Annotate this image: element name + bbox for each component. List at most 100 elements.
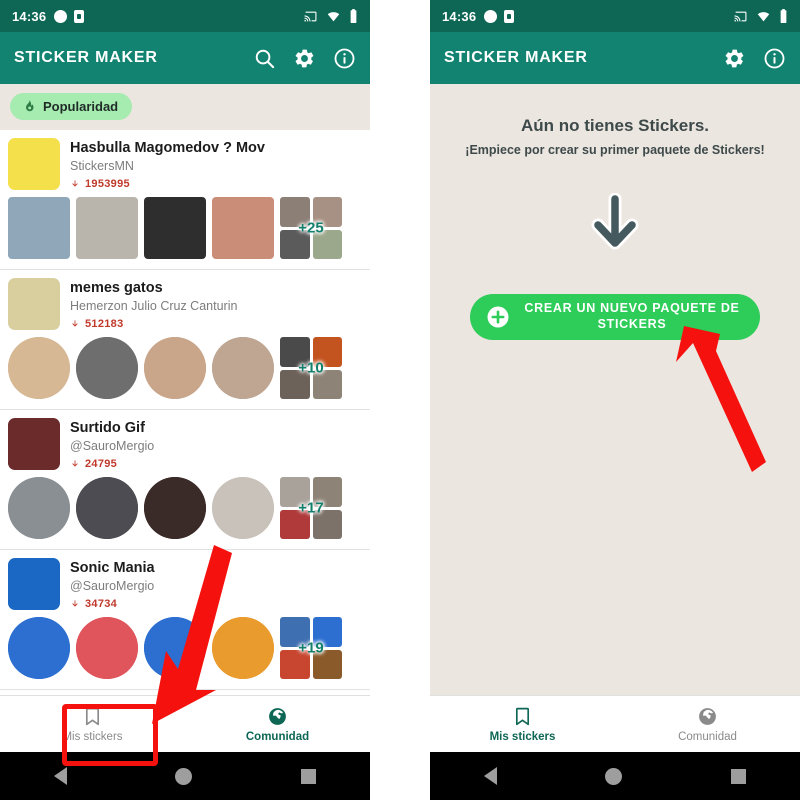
wifi-icon xyxy=(757,11,770,21)
pack-meta: Sonic Mania @SauroMergio 34734 xyxy=(70,558,155,610)
more-stickers-cell[interactable]: +17 xyxy=(280,477,342,539)
android-recents-icon[interactable] xyxy=(730,768,746,784)
download-count: 34734 xyxy=(85,598,118,610)
plus-circle-icon xyxy=(487,306,509,328)
sticker-mini-thumbnail xyxy=(312,197,342,227)
pack-title: Surtido Gif xyxy=(70,420,145,436)
empty-state: Aún no tienes Stickers. ¡Empiece por cre… xyxy=(430,84,800,695)
download-icon xyxy=(72,459,78,467)
sticker-thumbnail-strip[interactable]: +25 xyxy=(0,190,370,263)
sticker-thumbnail[interactable] xyxy=(212,197,274,259)
create-new-pack-button[interactable]: CREAR UN NUEVO PAQUETE DE STICKERS xyxy=(470,294,760,340)
status-left-icons xyxy=(54,9,85,23)
sticker-thumbnail[interactable] xyxy=(144,617,206,679)
android-home-icon[interactable] xyxy=(175,767,193,785)
pack-downloads: 1953995 xyxy=(70,178,265,190)
sticker-pack-row[interactable]: Sonic Mania @SauroMergio 34734 +19 xyxy=(0,550,370,690)
search-icon[interactable] xyxy=(252,46,276,70)
sticker-thumbnail[interactable] xyxy=(8,197,70,259)
cast-icon xyxy=(304,11,317,21)
download-icon xyxy=(72,319,78,327)
sticker-thumbnail-strip[interactable]: +19 xyxy=(0,610,370,683)
bottom-nav-item-comunidad[interactable]: Comunidad xyxy=(615,706,800,743)
gear-icon[interactable] xyxy=(722,46,746,70)
create-new-pack-label: CREAR UN NUEVO PAQUETE DE STICKERS xyxy=(524,301,740,331)
sticker-pack-list[interactable]: Hasbulla Magomedov ? Mov StickersMN 195399… xyxy=(0,130,370,695)
pack-downloads: 24795 xyxy=(70,458,154,470)
sticker-thumbnail[interactable] xyxy=(144,337,206,399)
bottom-nav-item-mis-stickers[interactable]: Mis stickers xyxy=(430,706,615,743)
pack-meta: memes gatos Hemerzon Julio Cruz Canturin 5… xyxy=(70,278,237,330)
download-count: 24795 xyxy=(85,458,118,470)
bottom-nav-right: Mis stickers Comunidad xyxy=(430,695,800,752)
wifi-icon xyxy=(327,11,340,21)
left-phone-screen: 14:36 STICKER MAKER Popularidad Hasbulla… xyxy=(0,0,370,800)
sticker-thumbnail[interactable] xyxy=(76,617,138,679)
bottom-nav-label: Comunidad xyxy=(245,730,310,743)
android-nav-bar-right xyxy=(430,752,800,800)
filter-chip-label: Popularidad xyxy=(43,99,119,114)
gear-icon[interactable] xyxy=(292,46,316,70)
screenshot-gutter xyxy=(370,0,430,800)
bottom-nav-item-mis-stickers[interactable]: Mis stickers xyxy=(0,706,185,743)
sticker-mini-thumbnail xyxy=(312,337,342,367)
more-stickers-cell[interactable]: +19 xyxy=(280,617,342,679)
sticker-mini-thumbnail xyxy=(312,617,342,647)
sticker-thumbnail[interactable] xyxy=(76,337,138,399)
pack-avatar xyxy=(8,558,60,610)
empty-state-subtitle: ¡Empiece por crear su primer paquete de … xyxy=(465,143,765,157)
android-home-icon[interactable] xyxy=(605,767,623,785)
fire-icon xyxy=(26,99,34,112)
sticker-thumbnail[interactable] xyxy=(76,477,138,539)
bottom-nav-label: Mis stickers xyxy=(489,730,556,743)
pack-header: Surtido Gif @SauroMergio 24795 xyxy=(0,418,370,470)
pack-author: Hemerzon Julio Cruz Canturin xyxy=(70,299,238,314)
sticker-thumbnail[interactable] xyxy=(212,617,274,679)
android-recents-icon[interactable] xyxy=(300,768,316,784)
filter-chip-popularidad[interactable]: Popularidad xyxy=(10,93,133,120)
pack-author: @SauroMergio xyxy=(70,439,155,454)
pack-avatar xyxy=(8,278,60,330)
status-right-icons xyxy=(303,9,358,23)
sticker-thumbnail-strip[interactable]: +17 xyxy=(0,470,370,543)
lock-icon xyxy=(74,9,85,23)
sticker-mini-thumbnail xyxy=(312,369,342,399)
sticker-thumbnail[interactable] xyxy=(144,197,206,259)
sticker-thumbnail[interactable] xyxy=(212,337,274,399)
download-icon xyxy=(72,599,78,607)
android-back-icon[interactable] xyxy=(484,767,498,785)
bottom-nav-item-comunidad[interactable]: Comunidad xyxy=(185,706,370,743)
bottom-nav-label: Mis stickers xyxy=(62,730,123,743)
more-stickers-cell[interactable]: +25 xyxy=(280,197,342,259)
filter-chip-row: Popularidad xyxy=(0,84,370,130)
sticker-thumbnail[interactable] xyxy=(8,337,70,399)
sticker-mini-thumbnail xyxy=(280,197,310,227)
sticker-mini-thumbnail xyxy=(280,369,310,399)
status-time: 14:36 xyxy=(12,8,47,24)
pack-header: Hasbulla Magomedov ? Mov StickersMN 195399… xyxy=(0,138,370,190)
sticker-pack-row[interactable]: Hasbulla Magomedov ? Mov StickersMN 195399… xyxy=(0,130,370,270)
status-bar-left: 14:36 xyxy=(0,0,370,32)
pack-avatar xyxy=(8,138,60,190)
info-icon[interactable] xyxy=(332,46,356,70)
sticker-pack-row[interactable]: Surtido Gif @SauroMergio 24795 +17 xyxy=(0,410,370,550)
sticker-thumbnail[interactable] xyxy=(76,197,138,259)
pack-downloads: 34734 xyxy=(70,598,155,610)
sticker-mini-thumbnail xyxy=(312,477,342,507)
app-title: STICKER MAKER xyxy=(444,49,588,66)
android-back-icon[interactable] xyxy=(54,767,68,785)
cast-icon xyxy=(734,11,747,21)
sticker-pack-row[interactable]: memes gatos Hemerzon Julio Cruz Canturin 5… xyxy=(0,270,370,410)
sticker-thumbnail-strip[interactable]: +10 xyxy=(0,330,370,403)
sticker-thumbnail[interactable] xyxy=(8,477,70,539)
more-stickers-cell[interactable]: +10 xyxy=(280,337,342,399)
status-bar-right: 14:36 xyxy=(430,0,800,32)
android-nav-bar-left xyxy=(0,752,370,800)
sticker-thumbnail[interactable] xyxy=(212,477,274,539)
info-icon[interactable] xyxy=(762,46,786,70)
bottom-nav-left: Mis stickers Comunidad xyxy=(0,695,370,752)
sticker-thumbnail[interactable] xyxy=(144,477,206,539)
sticker-thumbnail[interactable] xyxy=(8,617,70,679)
arrow-down-icon xyxy=(584,192,646,260)
bookmark-icon xyxy=(85,707,100,725)
